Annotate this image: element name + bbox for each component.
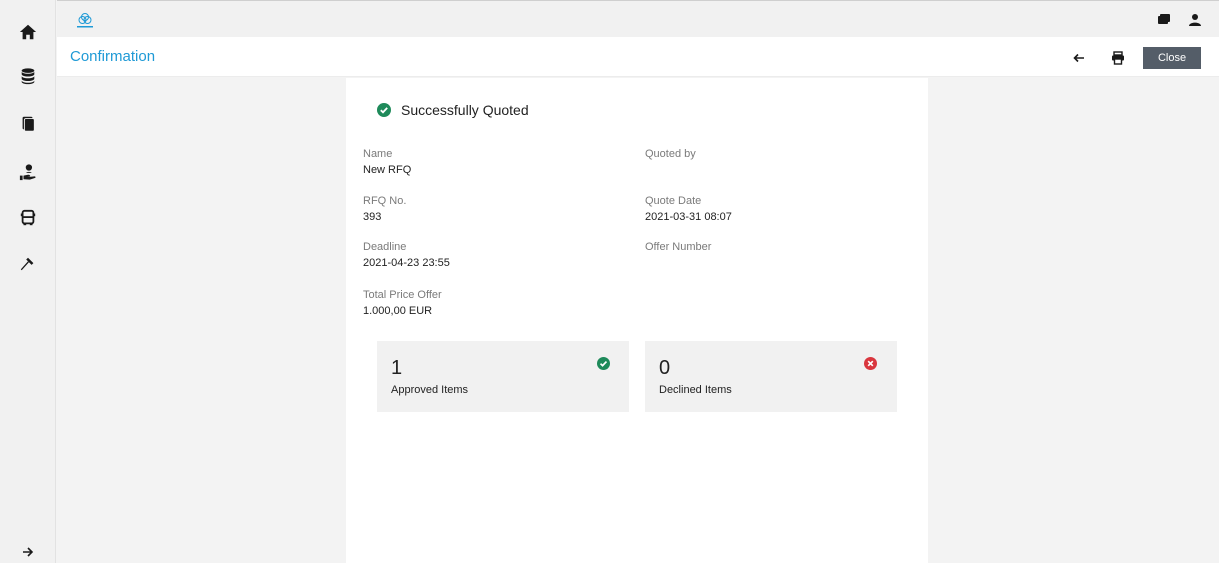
- field-value: 2021-03-31 08:07: [645, 211, 732, 223]
- print-icon: [1112, 51, 1124, 65]
- field-value: New RFQ: [363, 164, 412, 176]
- declined-count: 0: [659, 357, 671, 379]
- page-title: Confirmation: [70, 48, 156, 65]
- bus-icon: [20, 209, 36, 226]
- rail-supplier[interactable]: [14, 158, 42, 186]
- print-button[interactable]: [1108, 48, 1128, 68]
- field-value: 393: [363, 211, 382, 223]
- success-text: Successfully Quoted: [401, 102, 529, 118]
- hammer-icon: [20, 257, 34, 271]
- chat-icon: [1158, 14, 1170, 24]
- field-rfq-no: RFQ No. 393: [363, 194, 406, 225]
- close-button[interactable]: Close: [1143, 47, 1201, 69]
- confirmation-card: Successfully Quoted Name New RFQ RFQ No.…: [346, 78, 928, 563]
- field-label: RFQ No.: [363, 195, 407, 207]
- rail-documents[interactable]: [14, 110, 42, 138]
- declined-items-tile[interactable]: 0 Declined Items: [645, 341, 897, 412]
- field-total-price: Total Price Offer 1.000,00 EUR: [363, 288, 442, 319]
- arrow-right-icon: [23, 547, 34, 557]
- logo-icon: [77, 13, 93, 28]
- rail-auction[interactable]: [14, 250, 42, 278]
- field-label: Total Price Offer: [363, 289, 442, 301]
- messages-button[interactable]: [1156, 12, 1172, 28]
- back-button[interactable]: [1069, 48, 1089, 68]
- success-message: Successfully Quoted: [377, 102, 529, 118]
- page-header: Confirmation Close: [57, 37, 1219, 77]
- top-bar: [57, 0, 1219, 37]
- declined-label: Declined Items: [659, 384, 732, 396]
- app-root: Confirmation Close Successfully Quoted N…: [0, 0, 1219, 563]
- x-circle-icon: [864, 357, 877, 370]
- approved-count: 1: [391, 357, 403, 379]
- check-circle-icon: [377, 103, 391, 117]
- rail-expand-button[interactable]: [14, 541, 42, 563]
- check-circle-icon: [597, 357, 610, 370]
- field-label: Quote Date: [645, 195, 702, 207]
- field-value: 1.000,00 EUR: [363, 305, 433, 317]
- declined-status: [864, 357, 877, 370]
- user-menu-button[interactable]: [1187, 12, 1203, 28]
- approved-items-tile[interactable]: 1 Approved Items: [377, 341, 629, 412]
- field-label: Name: [363, 148, 393, 160]
- back-arrow-icon: [1073, 53, 1084, 63]
- field-deadline: Deadline 2021-04-23 23:55: [363, 240, 450, 271]
- field-offer-number: Offer Number: [645, 240, 711, 255]
- field-value: 2021-04-23 23:55: [363, 257, 450, 269]
- home-icon: [19, 24, 37, 40]
- field-name: Name New RFQ: [363, 147, 411, 178]
- field-label: Deadline: [363, 241, 407, 253]
- approved-label: Approved Items: [391, 384, 469, 396]
- field-quote-date: Quote Date 2021-03-31 08:07: [645, 194, 732, 225]
- database-icon: [21, 68, 35, 85]
- field-label: Quoted by: [645, 148, 696, 160]
- field-label: Offer Number: [645, 241, 712, 253]
- left-rail: [0, 0, 56, 563]
- hand-person-icon: [19, 164, 36, 181]
- documents-icon: [22, 116, 35, 132]
- rail-database[interactable]: [14, 62, 42, 90]
- rail-home[interactable]: [14, 18, 42, 46]
- user-icon: [1189, 14, 1201, 26]
- approved-status: [597, 357, 610, 370]
- rail-transport[interactable]: [14, 204, 42, 232]
- field-quoted-by: Quoted by: [645, 147, 696, 162]
- company-logo[interactable]: [75, 10, 95, 30]
